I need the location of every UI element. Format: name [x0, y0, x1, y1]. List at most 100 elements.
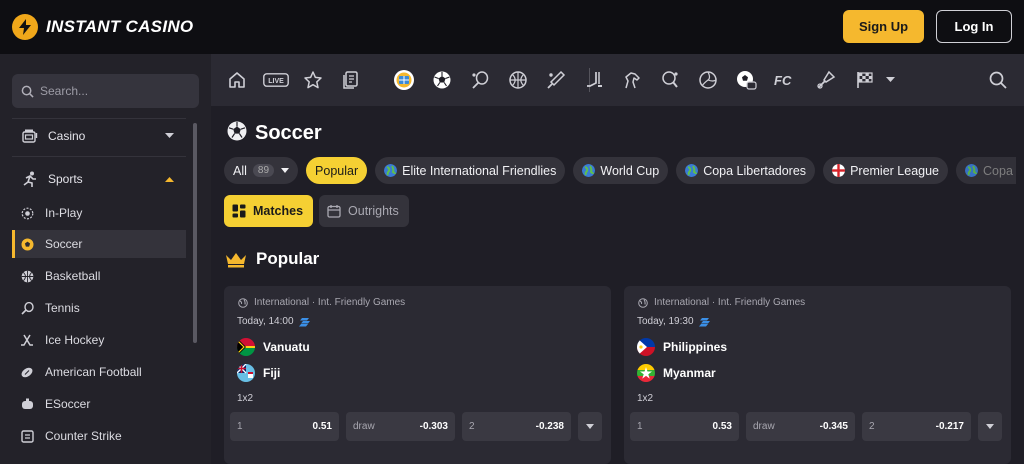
sidebar-item-label: ESoccer: [45, 397, 91, 411]
chevron-up-icon: [165, 177, 174, 182]
team-name: Fiji: [263, 366, 281, 380]
fiji-flag-icon: [237, 364, 255, 382]
sidebar: Search... Casino Sports In-Play Soccer B…: [0, 54, 211, 464]
lightning-logo-icon: [12, 14, 38, 40]
star-icon[interactable]: [302, 69, 324, 91]
league-filter-chips: All 89 Popular Elite International Frien…: [224, 157, 1024, 184]
odds-button-home[interactable]: 1 0.53: [630, 412, 739, 441]
chip-popular[interactable]: Popular: [306, 157, 368, 184]
sidebar-item-soccer[interactable]: Soccer: [12, 230, 186, 258]
top-bar: INSTANT CASINO Sign Up Log In: [0, 0, 1024, 54]
chip-label: Elite International Friendlies: [402, 163, 557, 178]
chip-world-cup[interactable]: World Cup: [573, 157, 669, 184]
match-card[interactable]: International · Int. Friendly Games Toda…: [624, 286, 1011, 464]
search-input[interactable]: Search...: [12, 74, 199, 108]
odds-label: 2: [869, 421, 875, 432]
team-name: Vanuatu: [263, 340, 310, 354]
brand-logo[interactable]: INSTANT CASINO: [12, 14, 193, 40]
tab-label: Outrights: [348, 204, 399, 218]
sidebar-item-label: Counter Strike: [45, 429, 122, 443]
divider: [12, 118, 186, 119]
team-name: Philippines: [663, 340, 728, 354]
chevron-down-icon[interactable]: [883, 69, 897, 91]
table-tennis-icon[interactable]: [659, 69, 681, 91]
odds-value: 0.53: [712, 421, 732, 432]
odds-button-away[interactable]: 2 -0.238: [462, 412, 571, 441]
sidebar-group-casino[interactable]: Casino: [12, 121, 186, 151]
philippines-flag-icon: [637, 338, 655, 356]
globe-flag-icon: [582, 164, 596, 177]
match-card[interactable]: International · Int. Friendly Games Toda…: [224, 286, 611, 464]
odds-button-draw[interactable]: draw -0.303: [346, 412, 455, 441]
soccer-icon[interactable]: [431, 69, 453, 91]
featured-icon[interactable]: [393, 69, 415, 91]
cricket-icon[interactable]: [545, 69, 567, 91]
sidebar-item-label: Tennis: [45, 301, 80, 315]
chip-copa[interactable]: Copa: [956, 157, 1017, 184]
sidebar-item-counter-strike[interactable]: Counter Strike: [12, 422, 186, 450]
sidebar-item-tennis[interactable]: Tennis: [12, 294, 186, 322]
chip-label: Premier League: [850, 163, 940, 178]
odds-value: -0.303: [419, 421, 448, 432]
racing-flag-icon[interactable]: [854, 69, 876, 91]
tab-outrights[interactable]: Outrights: [319, 195, 409, 227]
chip-copa-libertadores[interactable]: Copa Libertadores: [676, 157, 816, 184]
soccer-ball-icon: [227, 121, 247, 141]
volleyball-icon[interactable]: [697, 69, 719, 91]
chip-label: Copa: [983, 163, 1013, 178]
more-markets-button[interactable]: [978, 412, 1002, 441]
tennis-icon[interactable]: [469, 69, 491, 91]
sidebar-item-label: American Football: [45, 365, 142, 379]
chevron-down-icon: [165, 133, 174, 138]
odds-label: 1: [637, 421, 643, 432]
market-label: 1x2: [237, 393, 254, 404]
slot-machine-icon: [21, 127, 39, 145]
horse-racing-icon[interactable]: [621, 69, 643, 91]
more-markets-button[interactable]: [578, 412, 602, 441]
league-label: International · Int. Friendly Games: [238, 297, 405, 308]
home-icon[interactable]: [226, 69, 248, 91]
sidebar-item-esoccer[interactable]: ESoccer: [12, 390, 186, 418]
american-football-icon: [20, 365, 34, 379]
search-icon[interactable]: [987, 69, 1009, 91]
odds-value: 0.51: [312, 421, 332, 432]
chip-premier-league[interactable]: Premier League: [823, 157, 949, 184]
sign-up-button[interactable]: Sign Up: [843, 10, 924, 43]
odds-button-away[interactable]: 2 -0.217: [862, 412, 971, 441]
basketball-icon[interactable]: [507, 69, 529, 91]
globe-icon: [238, 297, 248, 308]
live-icon[interactable]: LIVE: [263, 69, 289, 91]
esoccer-icon: [20, 397, 34, 411]
sidebar-item-in-play[interactable]: In-Play: [12, 199, 186, 227]
hockey-icon[interactable]: [583, 69, 605, 91]
stream-icon: [298, 317, 310, 326]
log-in-button[interactable]: Log In: [936, 10, 1012, 43]
sport-icon-strip: LIVE FC: [211, 54, 1024, 106]
tab-matches[interactable]: Matches: [224, 195, 314, 227]
sidebar-scrollbar[interactable]: [193, 123, 197, 343]
odds-button-home[interactable]: 1 0.51: [230, 412, 339, 441]
esoccer-icon[interactable]: [735, 69, 757, 91]
betslip-icon[interactable]: [340, 69, 362, 91]
chip-elite-international-friendlies[interactable]: Elite International Friendlies: [375, 157, 566, 184]
vanuatu-flag-icon: [237, 338, 255, 356]
globe-icon: [638, 297, 648, 308]
globe-flag-icon: [685, 164, 699, 177]
match-time: Today, 19:30: [637, 316, 711, 327]
fc-icon[interactable]: FC: [773, 69, 799, 91]
count-badge: 89: [252, 164, 275, 177]
sidebar-group-sports[interactable]: Sports: [12, 164, 186, 194]
myanmar-flag-icon: [637, 364, 655, 382]
sidebar-group-label: Casino: [48, 129, 86, 143]
sidebar-item-basketball[interactable]: Basketball: [12, 262, 186, 290]
badminton-icon[interactable]: [815, 69, 837, 91]
odds-button-draw[interactable]: draw -0.345: [746, 412, 855, 441]
sidebar-item-label: Ice Hockey: [45, 333, 105, 347]
sidebar-item-american-football[interactable]: American Football: [12, 358, 186, 386]
crown-icon: [226, 253, 246, 268]
away-team: Fiji: [237, 364, 280, 382]
grid-icon: [232, 204, 246, 218]
chip-all[interactable]: All 89: [224, 157, 299, 184]
odds-value: -0.345: [819, 421, 848, 432]
sidebar-item-ice-hockey[interactable]: Ice Hockey: [12, 326, 186, 354]
